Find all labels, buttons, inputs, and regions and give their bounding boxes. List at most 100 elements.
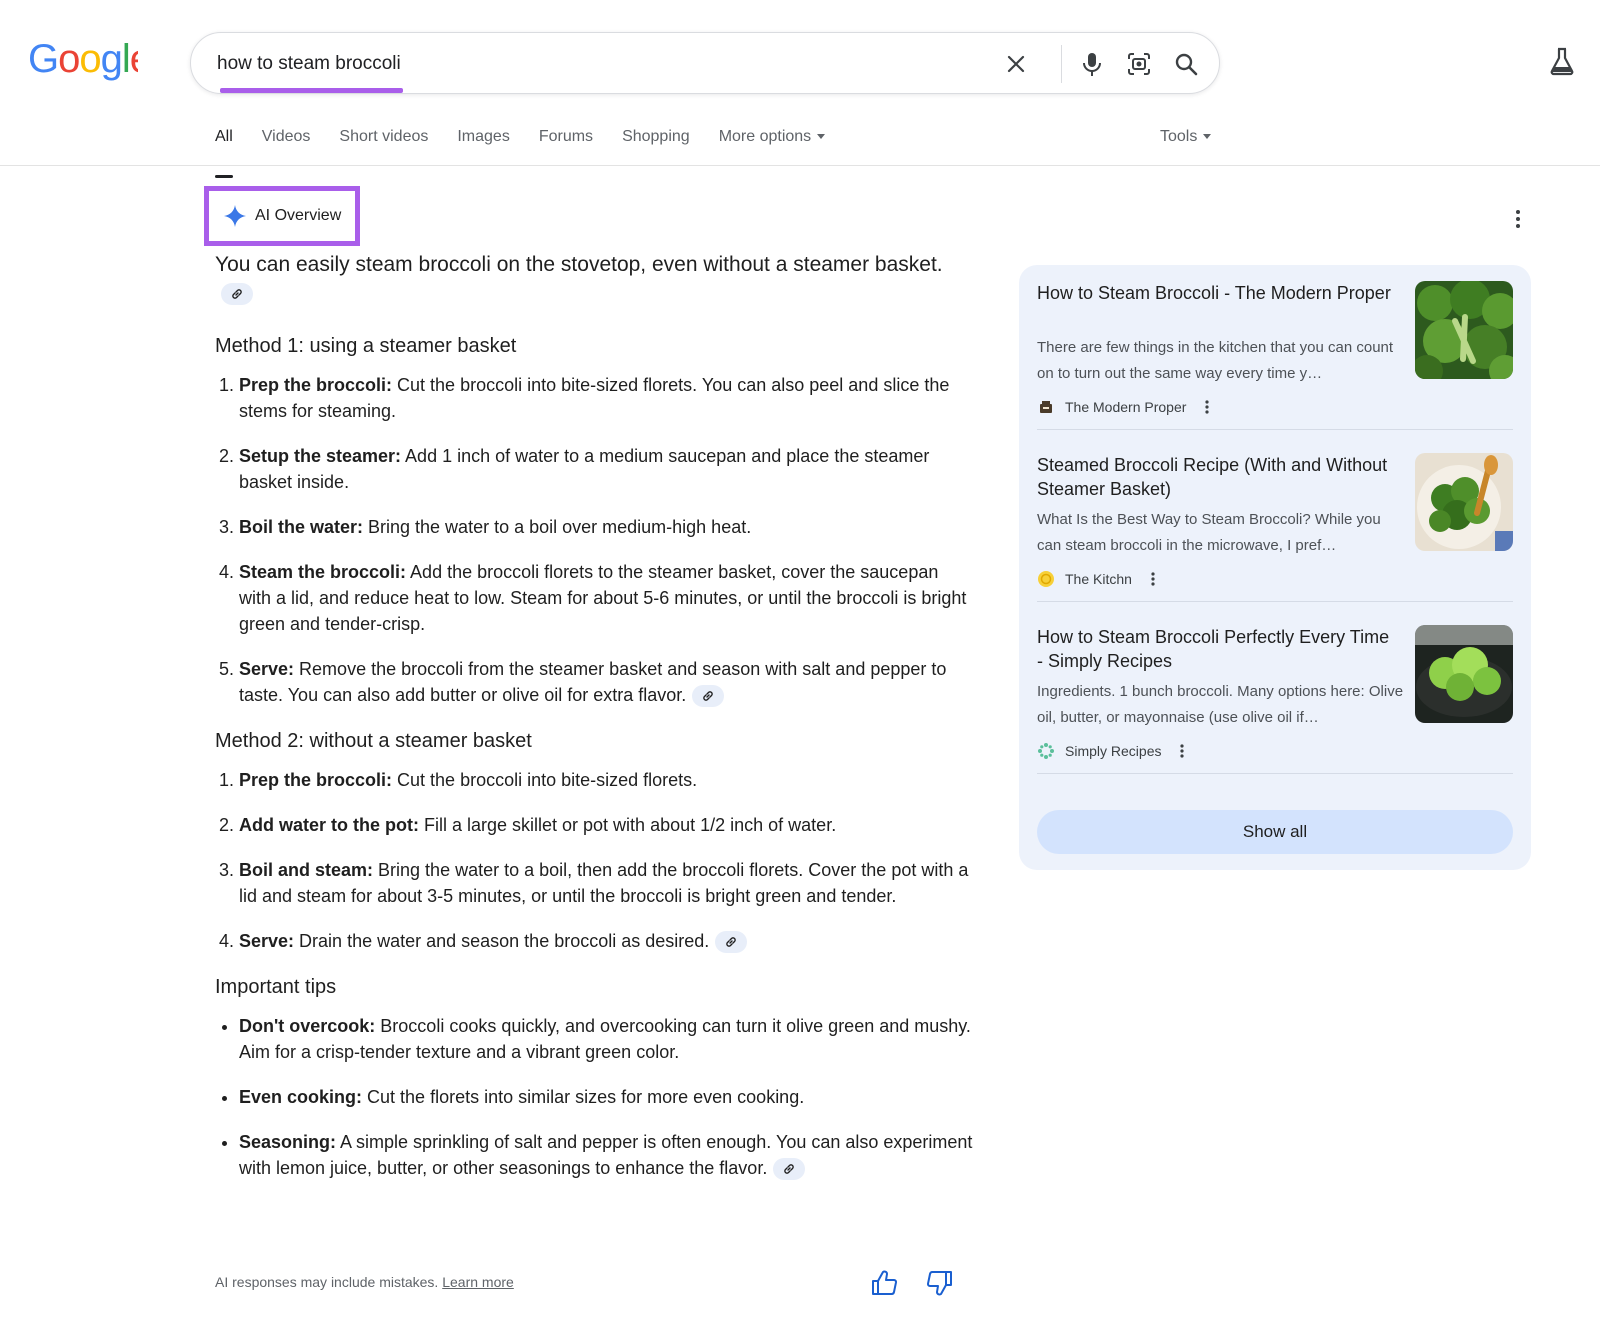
source-card[interactable]: Steamed Broccoli Recipe (With and Withou…: [1037, 437, 1513, 613]
method2-steps: Prep the broccoli: Cut the broccoli into…: [215, 767, 975, 954]
lens-icon[interactable]: [1122, 47, 1156, 81]
ai-disclaimer: AI responses may include mistakes. Learn…: [215, 1274, 514, 1290]
source-site[interactable]: The Kitchn: [1037, 570, 1158, 588]
broccoli-plate-thumbnail[interactable]: [1415, 453, 1513, 551]
tab-forums[interactable]: Forums: [539, 128, 593, 164]
list-item: Add water to the pot: Fill a large skill…: [239, 812, 975, 838]
source-site[interactable]: The Modern Proper: [1037, 398, 1212, 416]
broccoli-thumbnail[interactable]: [1415, 281, 1513, 379]
search-input[interactable]: [217, 47, 977, 81]
source-snippet: There are few things in the kitchen that…: [1037, 339, 1394, 382]
step-text: Remove the broccoli from the steamer bas…: [239, 659, 947, 705]
thumbs-down-icon[interactable]: [925, 1268, 955, 1298]
tip-text: A simple sprinkling of salt and pepper i…: [239, 1132, 973, 1178]
sources-panel: How to Steam Broccoli - The Modern Prope…: [1019, 265, 1531, 870]
ai-overview-title: AI Overview: [255, 207, 342, 224]
link-icon[interactable]: [221, 283, 253, 306]
tools-button[interactable]: Tools: [1160, 128, 1212, 146]
source-title[interactable]: Steamed Broccoli Recipe (With and Withou…: [1037, 453, 1397, 501]
chevron-down-icon: [817, 134, 826, 140]
link-icon[interactable]: [715, 931, 748, 954]
kitchn-favicon-icon: [1038, 571, 1054, 587]
step-label: Setup the steamer:: [239, 446, 402, 466]
tip-label: Seasoning:: [239, 1132, 337, 1152]
source-site-name: The Kitchn: [1065, 571, 1132, 587]
list-item: Boil and steam: Bring the water to a boi…: [239, 857, 975, 909]
sparkle-icon: [224, 205, 246, 227]
search-box[interactable]: [190, 32, 1220, 94]
google-logo[interactable]: Google: [28, 37, 152, 82]
step-text: Drain the water and season the broccoli …: [294, 931, 710, 951]
tab-images[interactable]: Images: [457, 128, 509, 164]
tools-label: Tools: [1160, 128, 1198, 145]
mic-icon[interactable]: [1075, 47, 1109, 81]
method2-title: Method 2: without a steamer basket: [215, 730, 532, 752]
tip-label: Don't overcook:: [239, 1016, 376, 1036]
link-icon[interactable]: [692, 685, 725, 708]
tab-more-options[interactable]: More options: [719, 128, 826, 164]
tab-all[interactable]: All: [215, 128, 233, 178]
step-label: Boil the water:: [239, 517, 364, 537]
list-item: Prep the broccoli: Cut the broccoli into…: [239, 372, 975, 424]
ai-overview-content: You can easily steam broccoli on the sto…: [215, 250, 975, 1200]
step-text: Fill a large skillet or pot with about 1…: [418, 815, 837, 835]
logo-letter: e: [130, 38, 138, 81]
list-item: Steam the broccoli: Add the broccoli flo…: [239, 559, 975, 637]
source-divider: [1037, 601, 1513, 602]
source-site-name: Simply Recipes: [1065, 743, 1162, 759]
source-title[interactable]: How to Steam Broccoli Perfectly Every Ti…: [1037, 625, 1397, 673]
tab-short-videos[interactable]: Short videos: [339, 128, 428, 164]
source-snippet: Ingredients. 1 bunch broccoli. Many opti…: [1037, 683, 1404, 726]
step-label: Prep the broccoli:: [239, 770, 393, 790]
source-divider: [1037, 429, 1513, 430]
search-divider: [1061, 45, 1062, 83]
tip-text: Cut the florets into similar sizes for m…: [362, 1087, 805, 1107]
list-item: Even cooking: Cut the florets into simil…: [239, 1084, 975, 1110]
more-vert-icon[interactable]: [1202, 398, 1212, 416]
simply-recipes-favicon-icon: [1038, 743, 1054, 759]
logo-letter: o: [79, 38, 100, 81]
tips-title: Important tips: [215, 976, 337, 998]
tab-shopping[interactable]: Shopping: [622, 128, 690, 164]
more-vert-icon[interactable]: [1508, 206, 1528, 232]
list-item: Seasoning: A simple sprinkling of salt a…: [239, 1129, 975, 1181]
source-title[interactable]: How to Steam Broccoli - The Modern Prope…: [1037, 281, 1397, 305]
link-icon[interactable]: [773, 1158, 806, 1181]
chevron-down-icon: [1203, 134, 1212, 140]
ai-overview-highlight: AI Overview: [204, 186, 360, 246]
tabs-divider: [0, 165, 1600, 166]
tips-list: Don't overcook: Broccoli cooks quickly, …: [215, 1013, 975, 1181]
learn-more-link[interactable]: Learn more: [442, 1274, 514, 1290]
tip-label: Even cooking:: [239, 1087, 363, 1107]
thumbs-up-icon[interactable]: [869, 1268, 899, 1298]
list-item: Serve: Remove the broccoli from the stea…: [239, 656, 975, 708]
ai-overview-intro: You can easily steam broccoli on the sto…: [215, 250, 975, 308]
step-label: Add water to the pot:: [239, 815, 419, 835]
source-card[interactable]: How to Steam Broccoli Perfectly Every Ti…: [1037, 609, 1513, 785]
query-highlight-underline: [220, 88, 403, 93]
close-icon[interactable]: [999, 47, 1033, 81]
more-vert-icon[interactable]: [1177, 742, 1187, 760]
source-site-name: The Modern Proper: [1065, 399, 1187, 415]
source-card[interactable]: How to Steam Broccoli - The Modern Prope…: [1037, 265, 1513, 441]
list-item: Boil the water: Bring the water to a boi…: [239, 514, 975, 540]
broccoli-pot-thumbnail[interactable]: [1415, 625, 1513, 723]
list-item: Serve: Drain the water and season the br…: [239, 928, 975, 954]
search-icon[interactable]: [1169, 47, 1203, 81]
list-item: Setup the steamer: Add 1 inch of water t…: [239, 443, 975, 495]
step-label: Prep the broccoli:: [239, 375, 393, 395]
step-label: Serve:: [239, 931, 295, 951]
tab-videos[interactable]: Videos: [262, 128, 311, 164]
logo-letter: g: [101, 38, 122, 81]
step-label: Boil and steam:: [239, 860, 374, 880]
labs-icon[interactable]: [1547, 46, 1577, 76]
step-label: Steam the broccoli:: [239, 562, 407, 582]
disclaimer-text: AI responses may include mistakes.: [215, 1274, 439, 1290]
source-site[interactable]: Simply Recipes: [1037, 742, 1187, 760]
more-vert-icon[interactable]: [1148, 570, 1158, 588]
modern-proper-favicon-icon: [1040, 401, 1052, 413]
intro-text: You can easily steam broccoli on the sto…: [215, 253, 943, 276]
step-text: Cut the broccoli into bite-sized florets…: [392, 770, 698, 790]
step-label: Serve:: [239, 659, 295, 679]
show-all-button[interactable]: Show all: [1037, 810, 1513, 854]
